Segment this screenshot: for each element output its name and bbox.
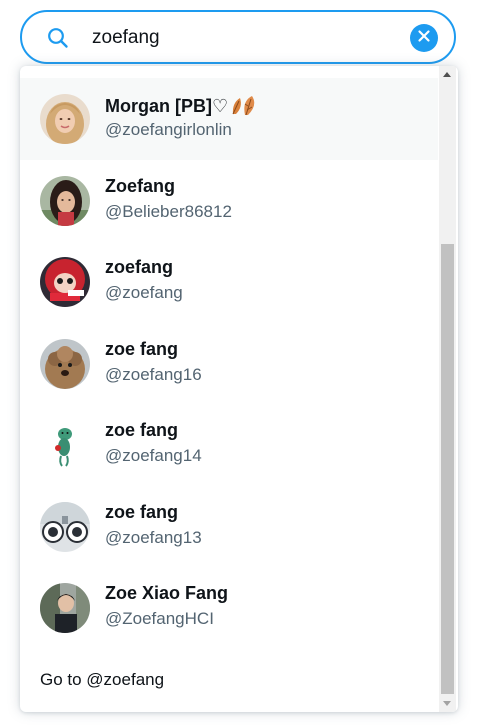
result-name: zoe fang [105, 420, 179, 440]
clear-search-button[interactable] [410, 24, 438, 52]
green-creature-avatar [40, 420, 90, 470]
result-handle: @zoefang13 [105, 527, 202, 547]
go-to-profile-link[interactable]: Go to @zoefang [40, 670, 164, 690]
result-handle: @ZoefangHCI [105, 609, 214, 628]
user-result[interactable]: zoe fang @zoefang13 [20, 486, 438, 568]
dog-avatar [40, 338, 90, 389]
user-result[interactable]: zoe fang @zoefang14 [20, 404, 438, 486]
scrollbar-thumb[interactable] [441, 244, 454, 694]
scrollbar[interactable] [439, 66, 456, 712]
user-result[interactable]: Zoefang @Belieber86812 [20, 160, 438, 242]
result-handle: @zoefangirlonlin [105, 120, 232, 139]
result-handle: @zoefang [105, 283, 183, 302]
search-input[interactable] [92, 24, 392, 52]
result-name-row: Morgan [PB]♡ [105, 94, 260, 118]
scroll-up-arrow-icon[interactable] [443, 72, 451, 77]
leaf-emoji [232, 96, 255, 116]
outdoor-person-avatar [40, 583, 90, 633]
search-typeahead-dropdown: Morgan [PB]♡ @zoefangirlonlin Zoefang @B… [20, 66, 458, 712]
leaf-emojis [230, 95, 260, 117]
result-name: Morgan [PB]♡ [105, 95, 229, 116]
result-name: zoefang [105, 257, 174, 277]
results-list: Morgan [PB]♡ @zoefangirlonlin Zoefang @B… [20, 78, 438, 649]
eyes-avatar [40, 501, 90, 552]
result-name: Zoefang [105, 175, 175, 196]
search-bar[interactable] [20, 10, 456, 64]
user-result[interactable]: Zoe Xiao Fang @ZoefangHCI [20, 567, 438, 649]
red-cartoon-avatar [40, 257, 90, 307]
result-name: zoe fang [105, 501, 179, 522]
dark-hair-woman-avatar [40, 175, 90, 226]
result-handle: @zoefang14 [105, 446, 202, 465]
close-icon [417, 29, 431, 48]
result-name: Zoe Xiao Fang [105, 583, 229, 603]
user-result[interactable]: Morgan [PB]♡ @zoefangirlonlin [20, 78, 438, 160]
user-result[interactable]: zoefang @zoefang [20, 241, 438, 323]
scroll-down-arrow-icon[interactable] [443, 701, 451, 706]
search-page: Morgan [PB]♡ @zoefangirlonlin [0, 0, 489, 728]
blonde-woman-avatar [40, 94, 90, 144]
result-handle: @Belieber86812 [105, 201, 232, 221]
result-handle: @zoefang16 [105, 364, 202, 384]
result-name: zoe fang [105, 338, 179, 359]
search-icon [46, 26, 70, 50]
user-result[interactable]: zoe fang @zoefang16 [20, 323, 438, 405]
